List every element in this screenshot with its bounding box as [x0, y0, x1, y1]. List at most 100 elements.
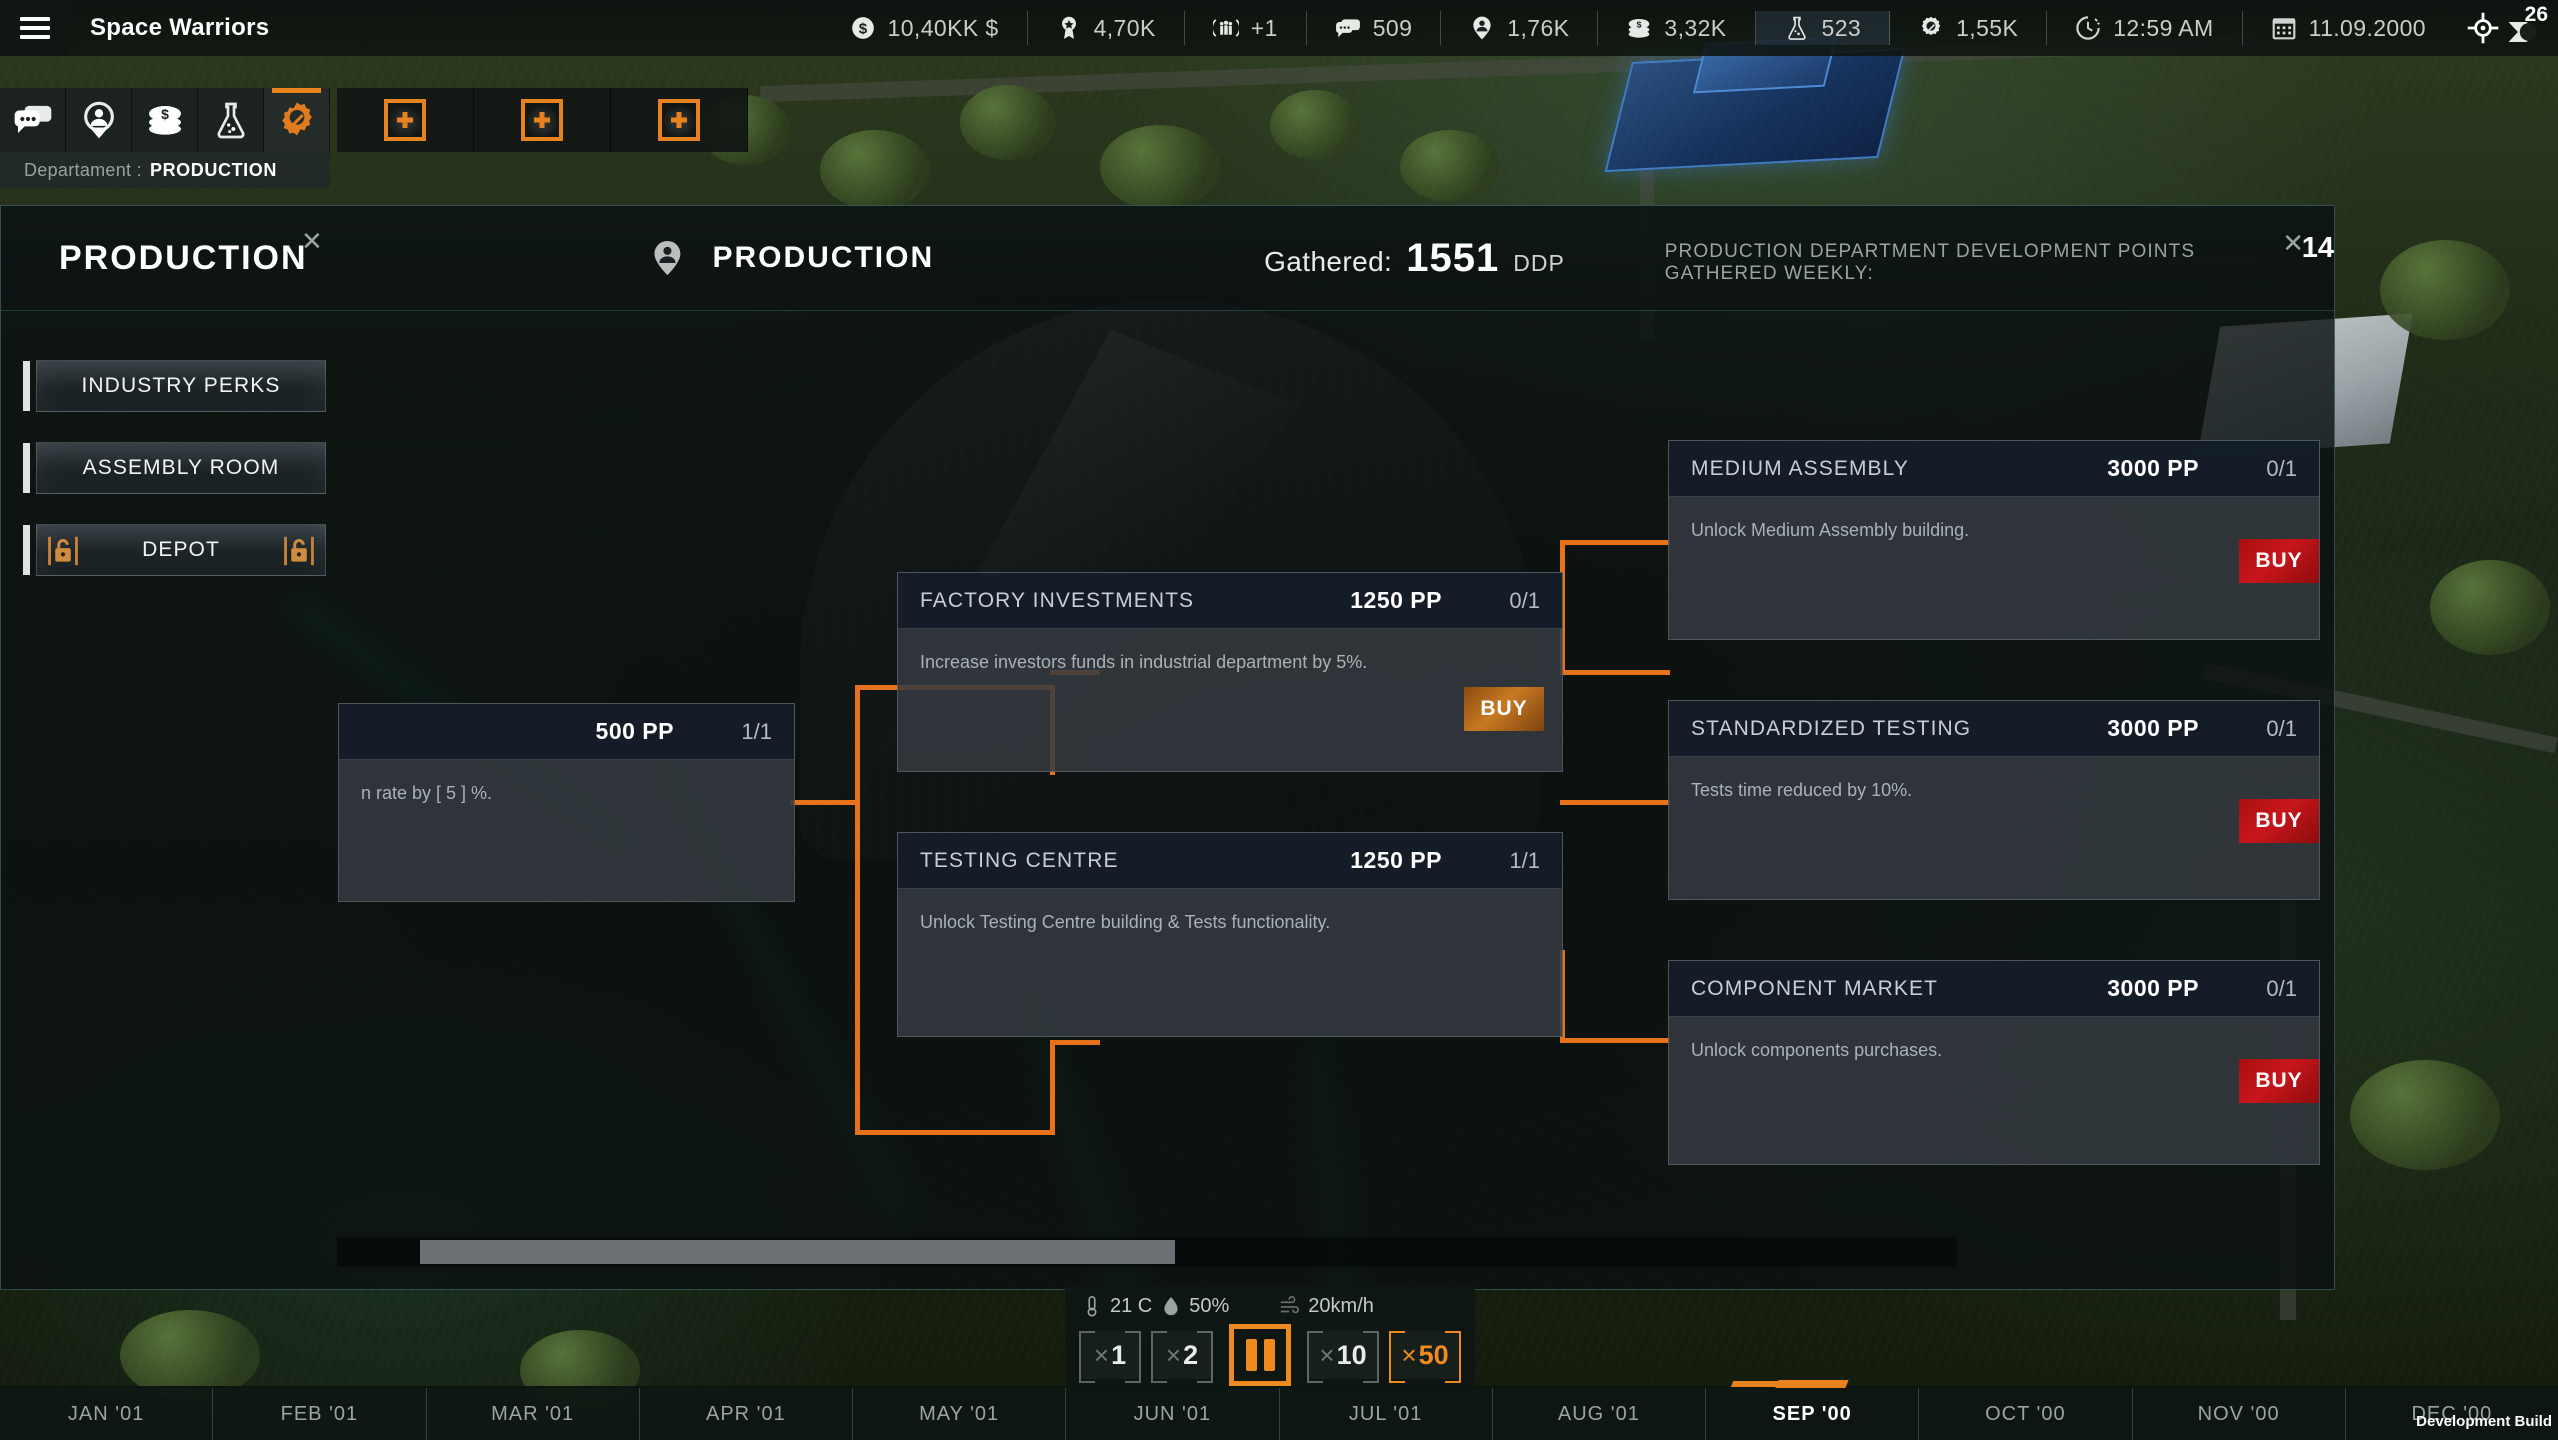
tree-cluster	[2380, 240, 2510, 340]
build-slot-2[interactable]	[474, 88, 611, 152]
chat-bubbles-icon	[14, 105, 51, 133]
gathered-value: 1551	[1406, 235, 1500, 280]
tab-research[interactable]	[198, 88, 264, 152]
timeline-month-current[interactable]: SEP '00	[1706, 1388, 1920, 1440]
svg-text:$: $	[1637, 19, 1642, 29]
timeline-month[interactable]: OCT '00	[1919, 1388, 2133, 1440]
multiplier-symbol: ×	[1093, 1339, 1110, 1370]
tab-recruitment[interactable]	[66, 88, 132, 152]
gathered-label: Gathered:	[1264, 245, 1393, 277]
buy-button[interactable]: BUY	[2239, 539, 2319, 583]
department-value: PRODUCTION	[149, 159, 277, 180]
speed-x1-button[interactable]: × 1	[1079, 1331, 1141, 1383]
timeline-month[interactable]: NOV '00	[2133, 1388, 2346, 1440]
resource-recruits[interactable]: 1,76K	[1441, 11, 1599, 45]
timeline-month[interactable]: MAY '01	[853, 1388, 1067, 1440]
calendar-icon	[2272, 18, 2295, 40]
resource-messages[interactable]: 509	[1307, 11, 1442, 45]
resource-money[interactable]: $ 10,40KK $	[822, 11, 1028, 45]
calendar-value: 11.09.2000	[2308, 14, 2426, 41]
speed-x50-button[interactable]: × 50	[1389, 1331, 1461, 1383]
buy-button[interactable]: BUY	[2239, 799, 2319, 843]
department-label-bar: Departament : PRODUCTION	[0, 152, 330, 188]
sidebar-item-depot[interactable]: DEPOT	[23, 524, 326, 576]
clock-value: 12:59 AM	[2113, 14, 2214, 41]
close-icon[interactable]: ✕	[301, 228, 323, 254]
tech-card-level: 0/1	[2266, 975, 2297, 1001]
app-title: Space Warriors	[90, 14, 270, 41]
blue-building	[1604, 47, 1906, 173]
close-icon[interactable]: ✕	[2282, 230, 2304, 256]
tech-card-component-market[interactable]: COMPONENT MARKET 3000 PP 0/1 Unlock comp…	[1668, 960, 2320, 1165]
build-slot-3[interactable]	[611, 88, 748, 152]
gear-hammer-icon	[1921, 16, 1941, 36]
tech-connector	[855, 1130, 1055, 1135]
timeline-month[interactable]: JAN '01	[0, 1388, 214, 1440]
weekly-points-label: PRODUCTION DEPARTMENT DEVELOPMENT POINTS…	[1664, 240, 2196, 284]
tree-cluster	[1270, 90, 1360, 160]
buy-button[interactable]: BUY	[2239, 1059, 2319, 1103]
tech-card-medium-assembly[interactable]: MEDIUM ASSEMBLY 3000 PP 0/1 Unlock Mediu…	[1668, 440, 2320, 640]
recruit-pin-icon	[83, 101, 114, 139]
tab-communications[interactable]	[0, 88, 66, 152]
resource-recruits-value: 1,76K	[1507, 14, 1570, 41]
scrollbar-thumb[interactable]	[420, 1240, 1175, 1264]
wind-value: 20km/h	[1308, 1294, 1374, 1317]
tech-card-header: COMPONENT MARKET 3000 PP 0/1	[1669, 961, 2319, 1017]
resource-funds[interactable]: $ 3,32K	[1598, 11, 1756, 45]
humidity-readout: 50%	[1160, 1293, 1229, 1319]
resource-money-value: 10,40KK $	[887, 14, 999, 41]
sidebar-item-industry-perks[interactable]: INDUSTRY PERKS	[23, 360, 326, 412]
resource-science[interactable]: 523	[1755, 11, 1891, 45]
tech-card-testing-centre[interactable]: TESTING CENTRE 1250 PP 1/1 Unlock Testin…	[897, 832, 1563, 1037]
speed-x2-label: 2	[1183, 1339, 1199, 1370]
tech-card-body: Unlock Testing Centre building & Tests f…	[898, 889, 1562, 957]
resource-production[interactable]: 1,55K	[1890, 11, 2048, 45]
plus-icon	[521, 99, 563, 141]
tree-cluster	[820, 130, 930, 210]
speed-x2-button[interactable]: × 2	[1151, 1331, 1213, 1383]
crosshair-target-icon[interactable]	[2466, 11, 2500, 45]
tree-cluster	[960, 85, 1055, 160]
timeline-month[interactable]: JUN '01	[1066, 1388, 1280, 1440]
tech-card-body: Increase investors funds in industrial d…	[898, 629, 1562, 731]
tech-card-partial[interactable]: 500 PP 1/1 n rate by [ 5 ] %.	[338, 703, 795, 902]
main-menu-button[interactable]	[0, 0, 70, 56]
top-resource-bar: Space Warriors $ 10,40KK $ 4,70K +1 509 …	[0, 0, 2558, 56]
sidebar-item-assembly-room[interactable]: ASSEMBLY ROOM	[23, 442, 326, 494]
mail-button[interactable]: 26	[2504, 3, 2548, 45]
resource-reputation[interactable]: 4,70K	[1028, 11, 1185, 45]
tech-card-factory-investments[interactable]: FACTORY INVESTMENTS 1250 PP 0/1 Increase…	[897, 572, 1563, 772]
speed-x50-label: 50	[1418, 1339, 1449, 1370]
resource-funds-value: 3,32K	[1664, 14, 1727, 41]
production-subnav: INDUSTRY PERKS ASSEMBLY ROOM DEPOT	[23, 360, 326, 606]
horizontal-scrollbar[interactable]	[337, 1237, 1957, 1267]
dollar-coin-icon: $	[851, 17, 874, 39]
coin-stack-icon: $	[148, 106, 181, 135]
pause-button[interactable]	[1229, 1324, 1291, 1386]
tab-production[interactable]	[264, 88, 330, 152]
water-drop-icon	[1164, 1297, 1178, 1316]
tech-card-price: 3000 PP	[2107, 455, 2199, 481]
tech-card-price: 1250 PP	[1350, 587, 1442, 613]
tech-card-header: 500 PP 1/1	[339, 704, 794, 760]
timeline-month[interactable]: MAR '01	[427, 1388, 640, 1440]
tab-finance[interactable]: $	[132, 88, 198, 152]
gear-hammer-icon	[281, 102, 312, 136]
pause-icon	[1245, 1339, 1257, 1371]
timeline-month[interactable]: APR '01	[640, 1388, 853, 1440]
buy-button[interactable]: BUY	[1464, 687, 1544, 731]
timeline-month[interactable]: AUG '01	[1493, 1388, 1706, 1440]
resource-population[interactable]: +1	[1185, 11, 1307, 45]
timeline-month[interactable]: FEB '01	[213, 1388, 427, 1440]
tech-card-standardized-testing[interactable]: STANDARDIZED TESTING 3000 PP 0/1 Tests t…	[1668, 700, 2320, 900]
lock-icon	[284, 536, 314, 566]
sidebar-item-label: INDUSTRY PERKS	[81, 374, 281, 397]
speed-x10-button[interactable]: × 10	[1307, 1331, 1379, 1383]
tech-connector	[1560, 800, 1670, 805]
timeline-month[interactable]: JUL '01	[1280, 1388, 1493, 1440]
tree-cluster	[1100, 125, 1220, 210]
speed-control-bar: 21 C 50% 20km/h × 1 × 2 × 10 × 50	[1065, 1286, 1475, 1386]
build-slot-1[interactable]	[337, 88, 474, 152]
tech-connector	[1560, 540, 1670, 545]
